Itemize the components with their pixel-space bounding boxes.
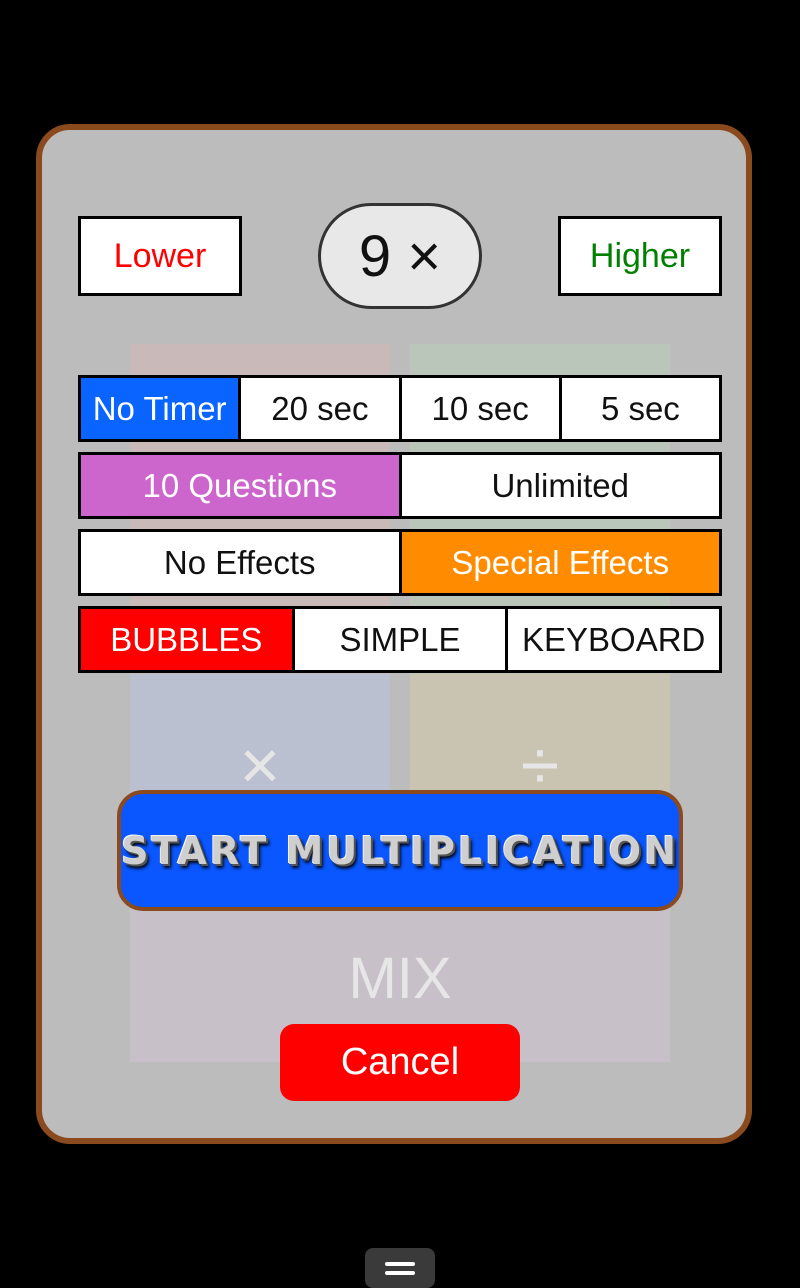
higher-button[interactable]: Higher <box>558 216 722 296</box>
effects-option-special[interactable]: Special Effects <box>401 532 719 593</box>
input-mode-options: BUBBLES SIMPLE KEYBOARD <box>78 606 722 673</box>
hamburger-line <box>385 1261 415 1266</box>
hamburger-line <box>385 1270 415 1275</box>
timer-option-10-sec[interactable]: 10 sec <box>401 378 559 439</box>
input-mode-bubbles[interactable]: BUBBLES <box>81 609 292 670</box>
question-option-10[interactable]: 10 Questions <box>81 455 399 516</box>
effects-options: No Effects Special Effects <box>78 529 722 596</box>
cancel-button[interactable]: Cancel <box>280 1024 520 1101</box>
current-table-display: 9 × <box>318 203 482 309</box>
input-mode-simple[interactable]: SIMPLE <box>294 609 506 670</box>
timer-option-no-timer[interactable]: No Timer <box>81 378 239 439</box>
lower-button[interactable]: Lower <box>78 216 242 296</box>
input-mode-keyboard[interactable]: KEYBOARD <box>508 609 720 670</box>
timer-options: No Timer 20 sec 10 sec 5 sec <box>78 375 722 442</box>
mix-label: MIX <box>348 946 452 1011</box>
question-options: 10 Questions Unlimited <box>78 452 722 519</box>
timer-option-20-sec[interactable]: 20 sec <box>241 378 399 439</box>
question-option-unlimited[interactable]: Unlimited <box>401 455 719 516</box>
effects-option-none[interactable]: No Effects <box>81 532 399 593</box>
timer-option-5-sec[interactable]: 5 sec <box>561 378 719 439</box>
start-multiplication-button[interactable]: START MULTIPLICATION <box>117 790 683 911</box>
hamburger-icon[interactable] <box>365 1248 435 1288</box>
